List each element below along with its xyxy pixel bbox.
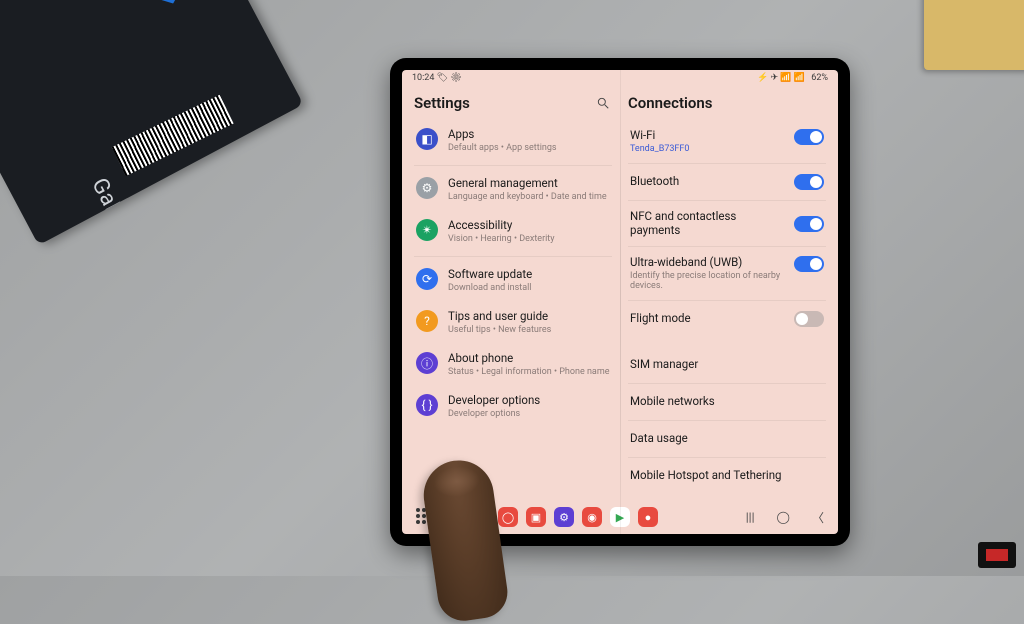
nav-back-icon[interactable]: 〈 xyxy=(812,509,824,526)
tips-icon: ? xyxy=(416,310,438,332)
connections-item-title: Flight mode xyxy=(630,312,786,326)
connections-title: Connections xyxy=(628,94,712,112)
settings-item-title: Accessibility xyxy=(448,219,610,233)
settings-item-subtitle: Default apps • App settings xyxy=(448,143,610,154)
settings-item-title: About phone xyxy=(448,352,610,366)
settings-list: ◧ AppsDefault apps • App settings ⚙ General… xyxy=(412,120,614,502)
settings-item-developer-options[interactable]: { } Developer optionsDeveloper options xyxy=(412,386,614,428)
status-right: ⚡ ✈ 📶 📶 62% xyxy=(753,73,828,88)
settings-item-subtitle: Status • Legal information • Phone name xyxy=(448,367,610,378)
settings-pane: Settings ◧ AppsDefault apps • App setting… xyxy=(402,88,620,502)
settings-item-title: Developer options xyxy=(448,394,610,408)
connections-item-hotspot[interactable]: Mobile Hotspot and Tethering xyxy=(626,458,828,494)
flight-mode-toggle[interactable] xyxy=(794,311,824,327)
settings-item-title: Tips and user guide xyxy=(448,310,610,324)
wooden-clamp-prop xyxy=(924,0,1024,70)
connections-section-gap xyxy=(626,337,828,347)
settings-item-subtitle: Developer options xyxy=(448,409,610,420)
nav-buttons: ||| ◯ 〈 xyxy=(746,509,824,526)
connections-item-subtitle: Tenda_B73FF0 xyxy=(630,144,786,154)
settings-item-accessibility[interactable]: ✴ AccessibilityVision • Hearing • Dexteri… xyxy=(412,211,614,253)
settings-item-subtitle: Download and install xyxy=(448,283,610,294)
connections-item-uwb[interactable]: Ultra-wideband (UWB)Identify the precise… xyxy=(626,247,828,300)
dock-app-gallery[interactable]: ▣ xyxy=(526,507,546,527)
settings-item-title: Software update xyxy=(448,268,610,282)
status-right-icons: ⚡ ✈ 📶 📶 xyxy=(757,73,805,83)
connections-item-sim-manager[interactable]: SIM manager xyxy=(626,347,828,383)
connections-item-title: Ultra-wideband (UWB) xyxy=(630,256,786,270)
dock-app-youtube[interactable]: ● xyxy=(638,507,658,527)
apps-icon: ◧ xyxy=(416,128,438,150)
dock-app-camera[interactable]: ◉ xyxy=(582,507,602,527)
bluetooth-toggle[interactable] xyxy=(794,174,824,190)
connections-item-nfc[interactable]: NFC and contactless payments xyxy=(626,201,828,247)
connections-item-title: Bluetooth xyxy=(630,175,786,189)
general-management-icon: ⚙ xyxy=(416,177,438,199)
connections-item-title: NFC and contactless payments xyxy=(630,210,786,238)
settings-item-general-management[interactable]: ⚙ General managementLanguage and keyboard… xyxy=(412,169,614,211)
product-box-prop: Galaxy Z Fold6 xyxy=(0,0,303,245)
dock-app-browser[interactable]: ◯ xyxy=(498,507,518,527)
nfc-toggle[interactable] xyxy=(794,216,824,232)
nav-recents-icon[interactable]: ||| xyxy=(746,510,755,524)
software-update-icon: ⟳ xyxy=(416,268,438,290)
connections-pane: Connections Wi-FiTenda_B73FF0 Bluetooth NF… xyxy=(620,88,838,502)
dock-app-settings[interactable]: ⚙ xyxy=(554,507,574,527)
developer-options-icon: { } xyxy=(416,394,438,416)
status-bar: 10:24 🏷 ⚙ ⚡ ✈ 📶 📶 62% xyxy=(402,70,838,88)
connections-item-title: Mobile networks xyxy=(630,395,816,409)
connections-item-subtitle: Identify the precise location of nearby … xyxy=(630,271,786,291)
settings-item-about-phone[interactable]: ⓘ About phoneStatus • Legal information •… xyxy=(412,344,614,386)
status-left: 10:24 🏷 ⚙ xyxy=(412,73,462,88)
connections-item-title: Mobile Hotspot and Tethering xyxy=(630,469,816,483)
settings-item-subtitle: Useful tips • New features xyxy=(448,325,610,336)
connections-item-title: SIM manager xyxy=(630,358,816,372)
connections-item-title: Data usage xyxy=(630,432,816,446)
settings-divider xyxy=(414,165,612,166)
connections-item-flight-mode[interactable]: Flight mode xyxy=(626,301,828,337)
settings-item-title: General management xyxy=(448,177,610,191)
uwb-toggle[interactable] xyxy=(794,256,824,272)
connections-item-bluetooth[interactable]: Bluetooth xyxy=(626,164,828,200)
settings-item-subtitle: Language and keyboard • Date and time xyxy=(448,192,610,203)
status-battery: 62% xyxy=(811,73,828,83)
settings-item-software-update[interactable]: ⟳ Software updateDownload and install xyxy=(412,260,614,302)
connections-item-data-usage[interactable]: Data usage xyxy=(626,421,828,457)
wifi-toggle[interactable] xyxy=(794,129,824,145)
connections-item-mobile-networks[interactable]: Mobile networks xyxy=(626,384,828,420)
accessibility-icon: ✴ xyxy=(416,219,438,241)
about-phone-icon: ⓘ xyxy=(416,352,438,374)
settings-item-tips[interactable]: ? Tips and user guideUseful tips • New fe… xyxy=(412,302,614,344)
settings-item-subtitle: Vision • Hearing • Dexterity xyxy=(448,234,610,245)
settings-item-title: Apps xyxy=(448,128,610,142)
channel-badge xyxy=(978,542,1016,568)
settings-title: Settings xyxy=(414,94,470,112)
connections-item-wifi[interactable]: Wi-FiTenda_B73FF0 xyxy=(626,120,828,163)
settings-divider xyxy=(414,256,612,257)
nav-home-icon[interactable]: ◯ xyxy=(777,510,790,524)
connections-list: Wi-FiTenda_B73FF0 Bluetooth NFC and contac… xyxy=(626,120,828,502)
box-brand-text: Galaxy Z Fold6 xyxy=(86,174,179,245)
status-time: 10:24 xyxy=(412,73,434,83)
search-icon[interactable] xyxy=(596,96,610,110)
connections-item-title: Wi-Fi xyxy=(630,129,786,143)
status-left-icons: 🏷 ⚙ xyxy=(437,73,462,83)
barcode-graphic xyxy=(112,95,234,176)
settings-item-apps[interactable]: ◧ AppsDefault apps • App settings xyxy=(412,120,614,162)
dock-app-play-store[interactable]: ▶ xyxy=(610,507,630,527)
shield-icon xyxy=(98,0,215,20)
